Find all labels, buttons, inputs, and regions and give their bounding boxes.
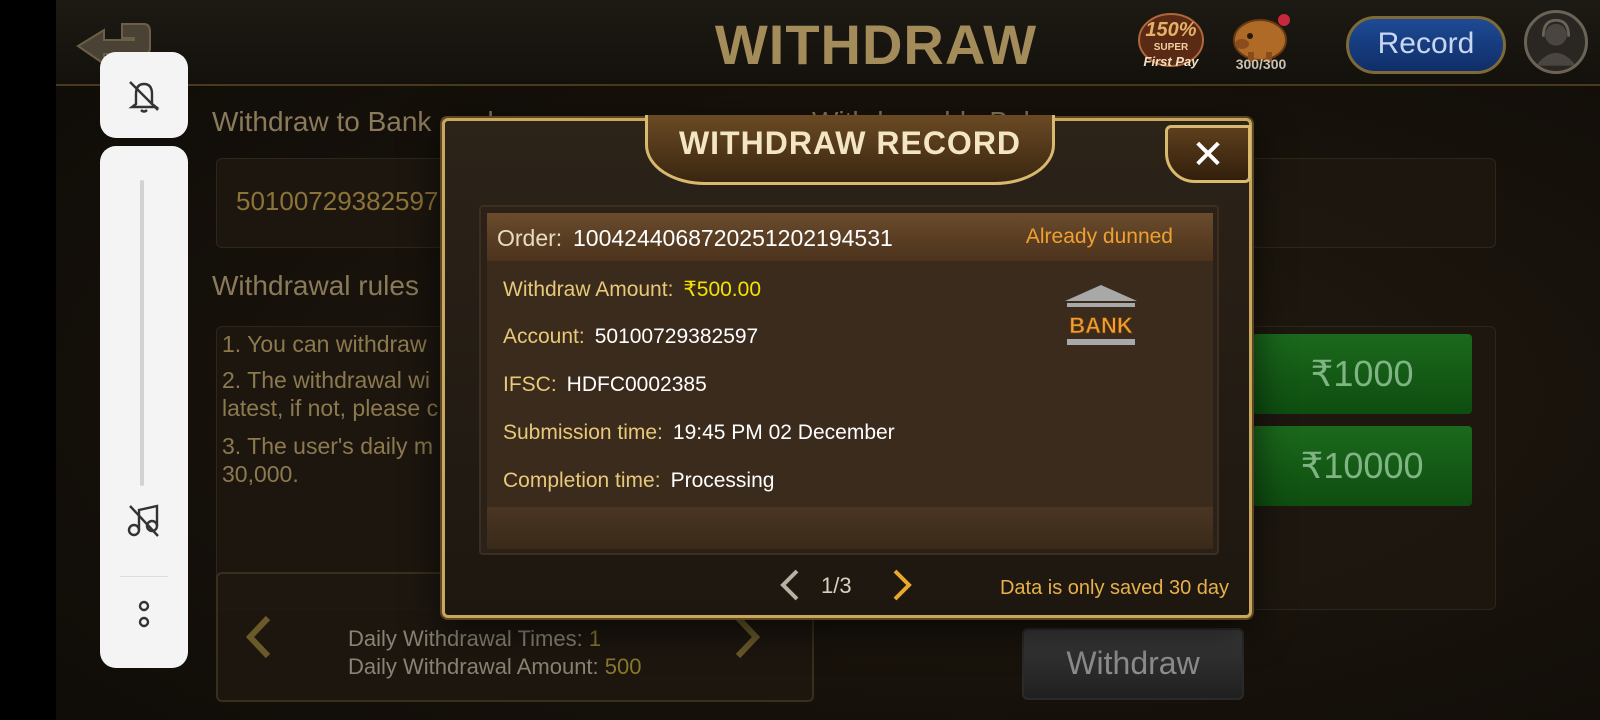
piggy-counter: 300/300 (1235, 56, 1287, 72)
notification-mute-card (100, 52, 188, 138)
submission-time-label: Submission time: (503, 421, 663, 444)
promo-super: SUPER (1154, 42, 1189, 53)
submission-time-row: Submission time: 19:45 PM 02 December (503, 421, 895, 445)
volume-slider[interactable] (140, 180, 144, 486)
withdraw-record-dialog: WITHDRAW RECORD ✕ Order: 100424406872025… (442, 115, 1252, 618)
ifsc-label: IFSC: (503, 373, 557, 396)
rule-line: 2. The withdrawal wi (222, 367, 430, 393)
chevron-left-icon[interactable] (244, 614, 274, 660)
close-icon: ✕ (1191, 133, 1225, 177)
divider (120, 576, 168, 577)
more-vertical-icon[interactable] (134, 598, 154, 632)
rule-line: 3. The user's daily m (222, 433, 434, 459)
completion-time-value: Processing (670, 469, 775, 492)
completion-time-label: Completion time: (503, 469, 661, 492)
bank-account-number: 50100729382597 (236, 186, 439, 216)
music-off-icon[interactable] (124, 500, 164, 540)
ifsc-row: IFSC: HDFC0002385 (503, 373, 707, 397)
daily-times-value: 1 (588, 626, 602, 651)
withdraw-record-card: Order: 100424406872025120219453​1 Alread… (479, 205, 1219, 555)
record-header: Order: 100424406872025120219453​1 Alread… (487, 213, 1213, 261)
chevron-right-icon[interactable] (732, 614, 762, 660)
data-retention-note: Data is only saved 30 day (999, 577, 1229, 599)
completion-time-row: Completion time: Processing (503, 469, 774, 493)
bank-icon: BANK (1065, 285, 1137, 345)
next-page-icon[interactable] (887, 565, 917, 605)
withdraw-amount-label: Withdraw Amount: (503, 278, 674, 301)
withdraw-amount-value: ₹500.00 (683, 278, 761, 301)
customer-service-avatar-icon[interactable] (1524, 10, 1588, 74)
side-tools-card (100, 146, 188, 668)
status-badge: Already dunned (1025, 225, 1173, 248)
ifsc-value: HDFC0002385 (566, 373, 707, 396)
dialog-title: WITHDRAW RECORD (678, 125, 1022, 161)
daily-amount-label: Daily Withdrawal Amount: (348, 654, 599, 679)
top-bar: WITHDRAW 150% SUPER First Pay 300/300 Re… (56, 0, 1600, 86)
account-label: Account: (503, 325, 585, 348)
submission-time-value: 19:45 PM 02 December (672, 421, 895, 444)
promo-first-pay: First Pay (1144, 54, 1200, 69)
daily-withdrawal-amount: Daily Withdrawal Amount: 500 (348, 654, 642, 680)
amount-1000-button[interactable]: ₹1000 (1252, 334, 1472, 414)
record-body: Withdraw Amount: ₹500.00 Account: 50100729… (487, 261, 1213, 507)
record-footer (487, 507, 1213, 549)
withdraw-amount-row: Withdraw Amount: ₹500.00 (503, 277, 761, 302)
amount-10000-button[interactable]: ₹10000 (1252, 426, 1472, 506)
rule-line: latest, if not, please c (222, 395, 439, 421)
previous-page-icon[interactable] (775, 565, 805, 605)
bank-icon-text: BANK (1069, 313, 1133, 338)
close-button[interactable]: ✕ (1165, 125, 1251, 183)
withdraw-button[interactable]: Withdraw (1022, 628, 1244, 700)
promo-percent: 150% (1145, 19, 1196, 41)
record-button[interactable]: Record (1346, 16, 1506, 74)
account-value: 50100729382597 (594, 325, 759, 348)
account-row: Account: 50100729382597 (503, 325, 758, 349)
order-number: 100424406872025120219453​1 (573, 225, 893, 251)
order-label: Order: (497, 225, 563, 251)
dialog-title-plate: WITHDRAW RECORD (645, 115, 1055, 185)
rule-line: 1. You can withdraw (222, 331, 427, 357)
daily-times-label: Daily Withdrawal Times: (348, 626, 583, 651)
first-pay-promo-icon[interactable]: 150% SUPER First Pay (1136, 12, 1206, 72)
page-indicator: 1/3 (821, 573, 852, 598)
page-title: WITHDRAW (714, 13, 1038, 76)
bell-off-icon[interactable] (124, 76, 164, 116)
daily-withdrawal-times: Daily Withdrawal Times: 1 (348, 626, 601, 652)
rule-line: 30,000. (222, 461, 299, 487)
withdrawal-rules-title: Withdrawal rules (212, 270, 419, 301)
daily-amount-value: 500 (604, 654, 642, 679)
